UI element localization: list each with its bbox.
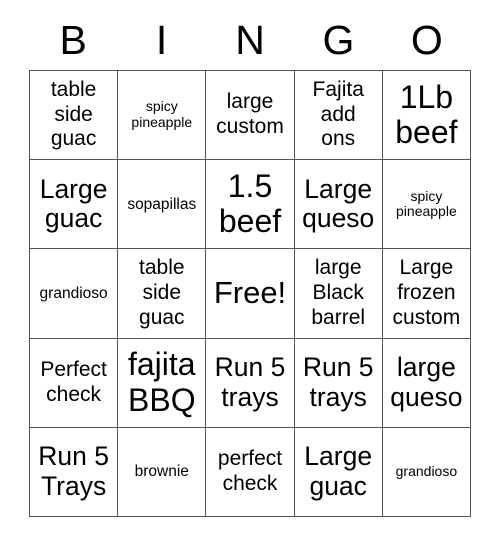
bingo-cell-label: perfect check [217, 447, 283, 495]
bingo-cell-label: Run 5 trays [214, 351, 286, 412]
bingo-cell[interactable]: table side guac [30, 71, 119, 161]
bingo-cell[interactable]: grandioso [382, 427, 471, 517]
bingo-cell[interactable]: large queso [382, 338, 471, 428]
bingo-cell-label: spicy pineapple [131, 98, 193, 131]
bingo-cell-label: Large frozen custom [392, 256, 461, 329]
bingo-header-letter-n: N [235, 16, 265, 63]
bingo-cell[interactable]: Run 5 trays [206, 338, 295, 428]
bingo-cell-label: spicy pineapple [396, 187, 457, 220]
bingo-header-letter-b: B [59, 16, 87, 63]
bingo-cell-label: table side guac [50, 77, 97, 151]
bingo-cell-label: 1Lb beef [395, 78, 458, 151]
bingo-cell[interactable]: Fajita add ons [294, 71, 383, 161]
bingo-cell[interactable]: Run 5 trays [294, 338, 383, 428]
bingo-cell[interactable]: Run 5 Trays [30, 427, 119, 517]
bingo-cell[interactable]: 1.5 beef [206, 160, 295, 250]
bingo-cell-label: sopapillas [127, 195, 197, 213]
bingo-header-letter-g: G [322, 16, 355, 63]
bingo-cell-label: Free! [213, 275, 287, 311]
bingo-cell[interactable]: perfect check [206, 427, 295, 517]
bingo-cell[interactable]: brownie [118, 427, 207, 517]
bingo-cell-label: 1.5 beef [218, 168, 282, 240]
bingo-cell[interactable]: spicy pineapple [382, 160, 471, 250]
bingo-cell[interactable]: Perfect check [30, 338, 119, 428]
bingo-header-letter-i: I [155, 16, 168, 63]
bingo-cell-label: Run 5 trays [302, 351, 374, 412]
bingo-cell[interactable]: Large queso [294, 160, 383, 250]
bingo-header-row: B I N G O [29, 10, 471, 70]
bingo-cell[interactable]: large Black barrel [294, 249, 383, 339]
bingo-cell-label: Run 5 Trays [38, 441, 109, 501]
bingo-cell-label: brownie [134, 463, 189, 481]
bingo-cell[interactable]: table side guac [118, 249, 207, 339]
bingo-cell-label: table side guac [139, 256, 185, 329]
bingo-card: B I N G O table side guac spicy pineapple… [29, 10, 471, 517]
bingo-cell-label: Fajita add ons [312, 77, 364, 151]
bingo-cell[interactable]: 1Lb beef [382, 71, 471, 161]
bingo-cell-label: grandioso [39, 284, 108, 302]
bingo-grid: table side guac spicy pineapple large cust… [29, 70, 471, 517]
bingo-cell-label: large Black barrel [311, 256, 366, 329]
bingo-cell-free[interactable]: Free! [206, 249, 295, 339]
bingo-cell[interactable]: Large guac [30, 160, 119, 250]
bingo-cell-label: Large queso [302, 173, 375, 234]
bingo-cell-label: large queso [390, 351, 463, 412]
bingo-cell[interactable]: spicy pineapple [118, 71, 207, 161]
bingo-cell-label: Large guac [304, 441, 373, 501]
bingo-cell-label: fajita BBQ [127, 346, 196, 418]
bingo-cell[interactable]: sopapillas [118, 160, 207, 250]
bingo-cell-label: grandioso [395, 463, 458, 479]
bingo-cell[interactable]: fajita BBQ [118, 338, 207, 428]
bingo-cell[interactable]: Large guac [294, 427, 383, 517]
bingo-cell[interactable]: large custom [206, 71, 295, 161]
bingo-header-letter-o: O [410, 16, 443, 63]
bingo-cell[interactable]: grandioso [30, 249, 119, 339]
bingo-cell-label: large custom [216, 90, 284, 139]
bingo-cell-label: Perfect check [40, 357, 107, 406]
bingo-cell-label: Large guac [39, 173, 108, 234]
bingo-cell[interactable]: Large frozen custom [382, 249, 471, 339]
